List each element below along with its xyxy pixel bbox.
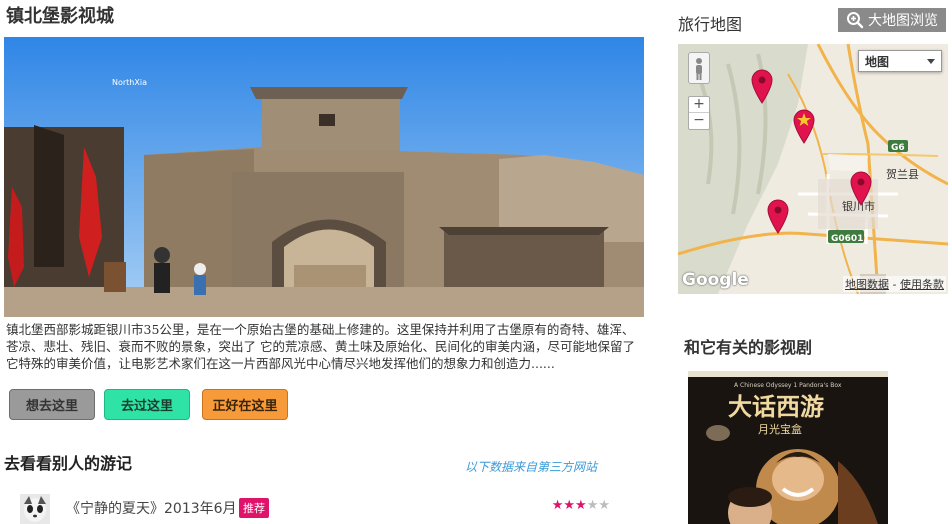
recommended-badge: 推荐 bbox=[239, 498, 269, 518]
page-title: 镇北堡影视城 bbox=[6, 6, 114, 27]
rating-stars: ★★★★★ bbox=[552, 498, 610, 513]
chevron-down-icon bbox=[927, 59, 935, 64]
big-map-button[interactable]: 大地图浏览 bbox=[838, 8, 946, 32]
related-film-poster[interactable]: A Chinese Odyssey 1 Pandora's Box 大话西游 月… bbox=[688, 371, 888, 524]
star-filled-icon: ★ bbox=[551, 498, 564, 513]
terms-of-use-link[interactable]: 使用条款 bbox=[900, 278, 944, 291]
map-credits: 地图数据 - 使用条款 bbox=[843, 276, 946, 292]
poster-title: 大话西游 bbox=[728, 392, 824, 421]
travel-map-heading: 旅行地图 bbox=[678, 15, 743, 34]
map-zoom-out-button[interactable]: − bbox=[689, 113, 709, 129]
hero-watermark: NorthXia bbox=[112, 78, 147, 87]
county-label: 贺兰县 bbox=[886, 168, 919, 181]
map-zoom-control[interactable]: + − bbox=[688, 96, 710, 130]
star-empty-icon: ★ bbox=[586, 498, 599, 513]
map-marker-1[interactable] bbox=[750, 68, 774, 104]
third-party-source-note: 以下数据来自第三方网站 bbox=[465, 460, 598, 474]
here-now-button[interactable]: 正好在这里 bbox=[202, 389, 288, 420]
travel-notes-heading: 去看看别人的游记 bbox=[4, 454, 133, 473]
poster-english-title: A Chinese Odyssey 1 Pandora's Box bbox=[734, 382, 842, 389]
hero-photo: NorthXia bbox=[4, 37, 644, 317]
map-type-select[interactable]: 地图 bbox=[858, 50, 942, 72]
star-filled-icon: ★ bbox=[563, 498, 576, 513]
poster-subtitle: 月光宝盒 bbox=[758, 422, 802, 436]
map-data-link[interactable]: 地图数据 bbox=[845, 278, 889, 291]
map-marker-3[interactable] bbox=[766, 198, 790, 234]
map-marker-2[interactable] bbox=[849, 170, 873, 206]
map-credit-separator: - bbox=[889, 278, 900, 291]
road-label-g0601: G0601 bbox=[831, 234, 863, 244]
been-here-button[interactable]: 去过这里 bbox=[104, 389, 190, 420]
google-logo: Google bbox=[682, 270, 749, 290]
star-empty-icon: ★ bbox=[598, 498, 610, 513]
scenic-description: 镇北堡西部影城距银川市35公里，是在一个原始古堡的基础上修建的。这里保持并利用了… bbox=[6, 322, 635, 371]
map-marker-featured[interactable] bbox=[792, 108, 816, 144]
zoom-in-magnifier-icon bbox=[847, 12, 864, 29]
map-type-value: 地图 bbox=[865, 55, 890, 69]
avatar[interactable] bbox=[20, 494, 50, 524]
travel-note-title[interactable]: 《宁静的夏天》2013年6月 bbox=[66, 498, 237, 518]
star-filled-icon: ★ bbox=[575, 498, 587, 513]
want-to-go-button[interactable]: 想去这里 bbox=[9, 389, 95, 420]
street-view-pegman-icon[interactable] bbox=[688, 52, 710, 84]
road-label-g6: G6 bbox=[891, 143, 905, 153]
big-map-label: 大地图浏览 bbox=[868, 13, 938, 29]
related-films-heading: 和它有关的影视剧 bbox=[684, 338, 813, 357]
travel-note-item[interactable]: 《宁静的夏天》2013年6月 推荐 ★★★★★ bbox=[20, 494, 610, 524]
map-zoom-in-button[interactable]: + bbox=[689, 97, 709, 113]
travel-map[interactable]: G6 G0601 贺兰县 银川市 + − 地图 Google 地图数据 - 使用… bbox=[678, 44, 948, 294]
